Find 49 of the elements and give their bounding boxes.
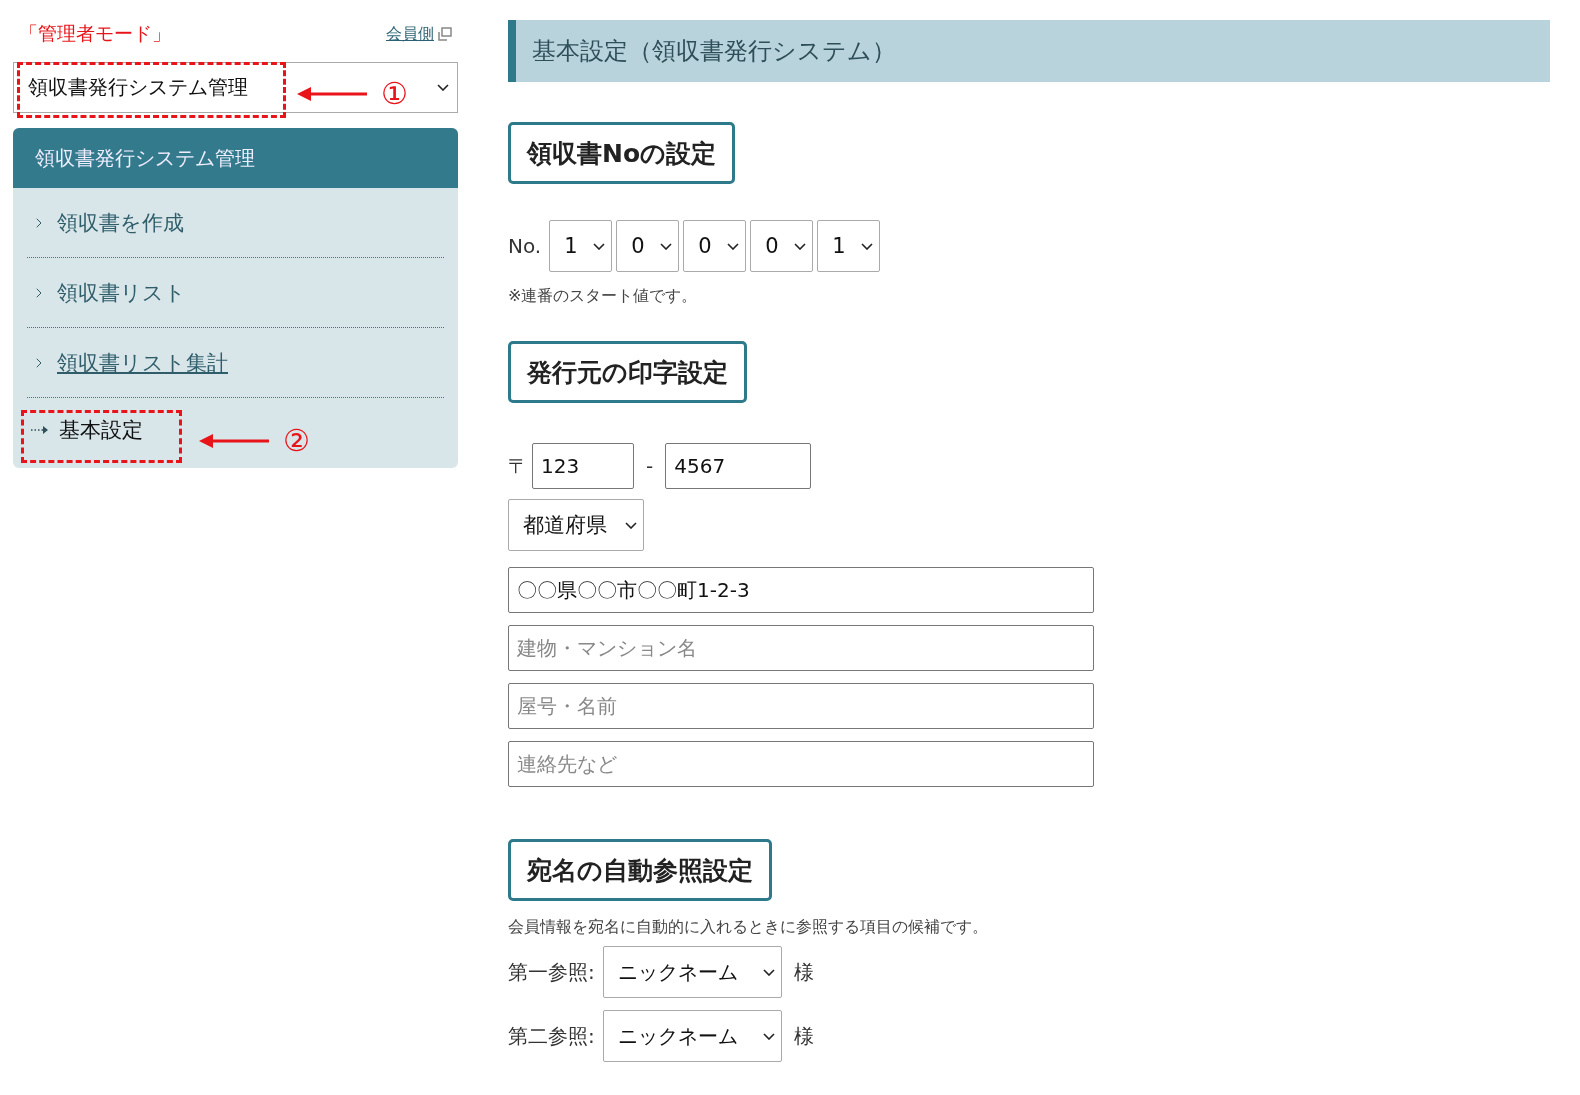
- page-title: 基本設定（領収書発行システム）: [508, 20, 1550, 82]
- digit-dropdown[interactable]: 0: [616, 220, 680, 272]
- chevron-down-icon: [593, 242, 606, 250]
- address-field[interactable]: 連絡先など: [508, 741, 1094, 787]
- postal-mark: 〒: [508, 452, 528, 480]
- menu-header: 領収書発行システム管理: [13, 128, 458, 188]
- note-text: ※連番のスタート値です。: [508, 286, 699, 307]
- section-heading: 領収書Noの設定: [508, 122, 736, 184]
- chevron-down-icon: [437, 84, 449, 91]
- address-field[interactable]: 建物・マンション名: [508, 625, 1094, 671]
- section-heading: 宛名の自動参照設定: [508, 839, 772, 901]
- step-number: ①: [381, 76, 408, 111]
- chevron-down-icon: [660, 242, 673, 250]
- chevron-down-icon: [794, 242, 807, 250]
- digit-dropdown[interactable]: 0: [750, 220, 814, 272]
- menu-item[interactable]: 領収書リスト集計: [31, 348, 228, 377]
- reference-dropdown[interactable]: ニックネーム: [602, 1010, 782, 1062]
- arrow-icon: [31, 425, 49, 435]
- suffix-text: 様: [793, 958, 814, 986]
- digit-dropdown[interactable]: 1: [817, 220, 881, 272]
- section-heading: 発行元の印字設定: [508, 341, 747, 403]
- postal-separator: -: [646, 454, 654, 478]
- number-prefix: No.: [508, 234, 542, 258]
- menu-item[interactable]: 基本設定: [31, 416, 143, 444]
- suffix-text: 様: [793, 1022, 814, 1050]
- address-field[interactable]: 〇〇県〇〇市〇〇町1-2-3: [508, 567, 1094, 613]
- digit-dropdown[interactable]: 0: [683, 220, 747, 272]
- external-link-icon: [438, 27, 452, 41]
- prefecture-dropdown[interactable]: 都道府県: [508, 499, 644, 551]
- chevron-down-icon: [861, 242, 874, 250]
- menu-item[interactable]: 領収書を作成: [31, 208, 184, 237]
- postal-code-field[interactable]: 4567: [665, 443, 812, 489]
- reference-label: 第一参照:: [508, 958, 595, 986]
- postal-code-field[interactable]: 123: [532, 443, 634, 489]
- step-number: ②: [283, 423, 310, 458]
- arrow: [199, 433, 269, 448]
- chevron-down-icon: [762, 968, 775, 976]
- arrow: [297, 86, 367, 101]
- digit-dropdown[interactable]: 1: [549, 220, 613, 272]
- chevron-down-icon: [625, 521, 637, 529]
- chevron-down-icon: [762, 1032, 775, 1040]
- reference-dropdown[interactable]: ニックネーム: [602, 946, 782, 998]
- description-text: 会員情報を宛名に自動的に入れるときに参照する項目の候補です。: [508, 917, 989, 938]
- chevron-down-icon: [727, 242, 740, 250]
- menu-item[interactable]: 領収書リスト: [31, 278, 186, 307]
- mode-label: 「管理者モード」: [19, 21, 171, 46]
- address-field[interactable]: 屋号・名前: [508, 683, 1094, 729]
- reference-label: 第二参照:: [508, 1022, 595, 1050]
- member-link[interactable]: 会員側: [386, 23, 452, 45]
